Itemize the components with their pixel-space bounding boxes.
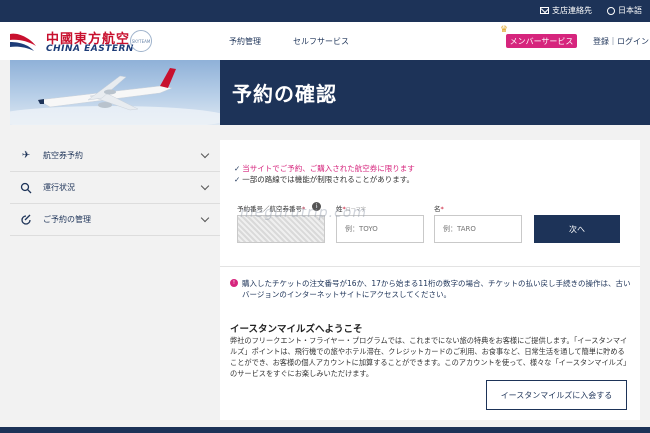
top-utility-bar: 支店連絡先 日本語 [0, 0, 650, 22]
eastern-miles-title: イースタンマイルズへようこそ [230, 324, 363, 335]
nav-booking-management[interactable]: 予約管理 [229, 36, 261, 47]
sidebar-menu: ✈ 航空券予約 運行状況 ご予約の管理 [10, 140, 220, 236]
plane-icon: ✈ [21, 150, 31, 161]
check-icon: ✓ [234, 175, 241, 184]
branch-contact-label: 支店連絡先 [552, 6, 592, 15]
china-eastern-logo-icon[interactable] [8, 28, 38, 54]
given-name-input[interactable] [434, 215, 522, 243]
skyteam-logo: SKYTEAM [130, 30, 152, 52]
alert-icon: ! [230, 279, 238, 287]
member-services-button[interactable]: メンバーサービス [506, 34, 577, 48]
notice-text: 一部の路線では機能が制限されることがあります。 [242, 175, 415, 184]
site-header: 中國東方航空 CHINA EASTERN SKYTEAM 予約管理 セルフサービ… [0, 22, 650, 60]
chevron-down-icon [200, 149, 210, 159]
branch-contact-link[interactable]: 支店連絡先 [540, 5, 592, 16]
page-title: 予約の確認 [232, 82, 337, 106]
hero-airplane-image [10, 60, 220, 125]
notice-text: 当サイトでご予約、ご購入された航空券に限ります [242, 164, 415, 173]
sidebar-item-flight-status[interactable]: 運行状況 [10, 172, 220, 204]
search-icon [20, 182, 32, 193]
notice-own-purchases: ✓ 当サイトでご予約、ご購入された航空券に限ります [234, 163, 415, 174]
next-button[interactable]: 次へ [534, 215, 620, 243]
footer-bar [0, 427, 650, 433]
sidebar-item-label: 航空券予約 [43, 151, 83, 160]
booking-lookup-panel: ✓ 当サイトでご予約、ご購入された航空券に限ります ✓ 一部の路線では機能が制限され… [220, 140, 640, 420]
sidebar-item-flight-booking[interactable]: ✈ 航空券予約 [10, 140, 220, 172]
refund-warning-text: 購入したチケットの注文番号が16か、17から始まる11桁の数字の場合、チケットの… [242, 279, 631, 299]
skyteam-label: SKYTEAM [131, 38, 151, 44]
join-eastern-miles-button[interactable]: イースタンマイルズに入会する [486, 380, 627, 410]
eastern-miles-description: 弊社のフリークエント・フライヤー・プログラムでは、これまでにない旅の特典をお客様… [230, 336, 628, 378]
manage-icon [21, 214, 31, 225]
check-icon: ✓ [234, 164, 241, 173]
language-selector[interactable]: 日本語 [607, 5, 642, 16]
chevron-down-icon [200, 213, 210, 223]
sidebar-item-label: 運行状況 [43, 183, 75, 192]
section-divider [220, 266, 640, 267]
given-name-label: 名* [434, 205, 444, 213]
sidebar-item-manage-booking[interactable]: ご予約の管理 [10, 204, 220, 236]
language-label: 日本語 [618, 6, 642, 15]
chevron-down-icon [200, 181, 210, 191]
globe-icon [607, 6, 615, 15]
register-login-link[interactable]: 登録｜ログイン [593, 36, 649, 47]
notice-route-limits: ✓ 一部の路線では機能が制限されることがあります。 [234, 174, 414, 185]
nav-self-service[interactable]: セルフサービス [293, 36, 349, 47]
sidebar-item-label: ご予約の管理 [43, 215, 91, 224]
logo-english-name: CHINA EASTERN [46, 44, 134, 54]
airplane-illustration [10, 68, 220, 125]
watermark-text: megurutrip.com [240, 205, 368, 221]
mail-icon [540, 7, 549, 14]
